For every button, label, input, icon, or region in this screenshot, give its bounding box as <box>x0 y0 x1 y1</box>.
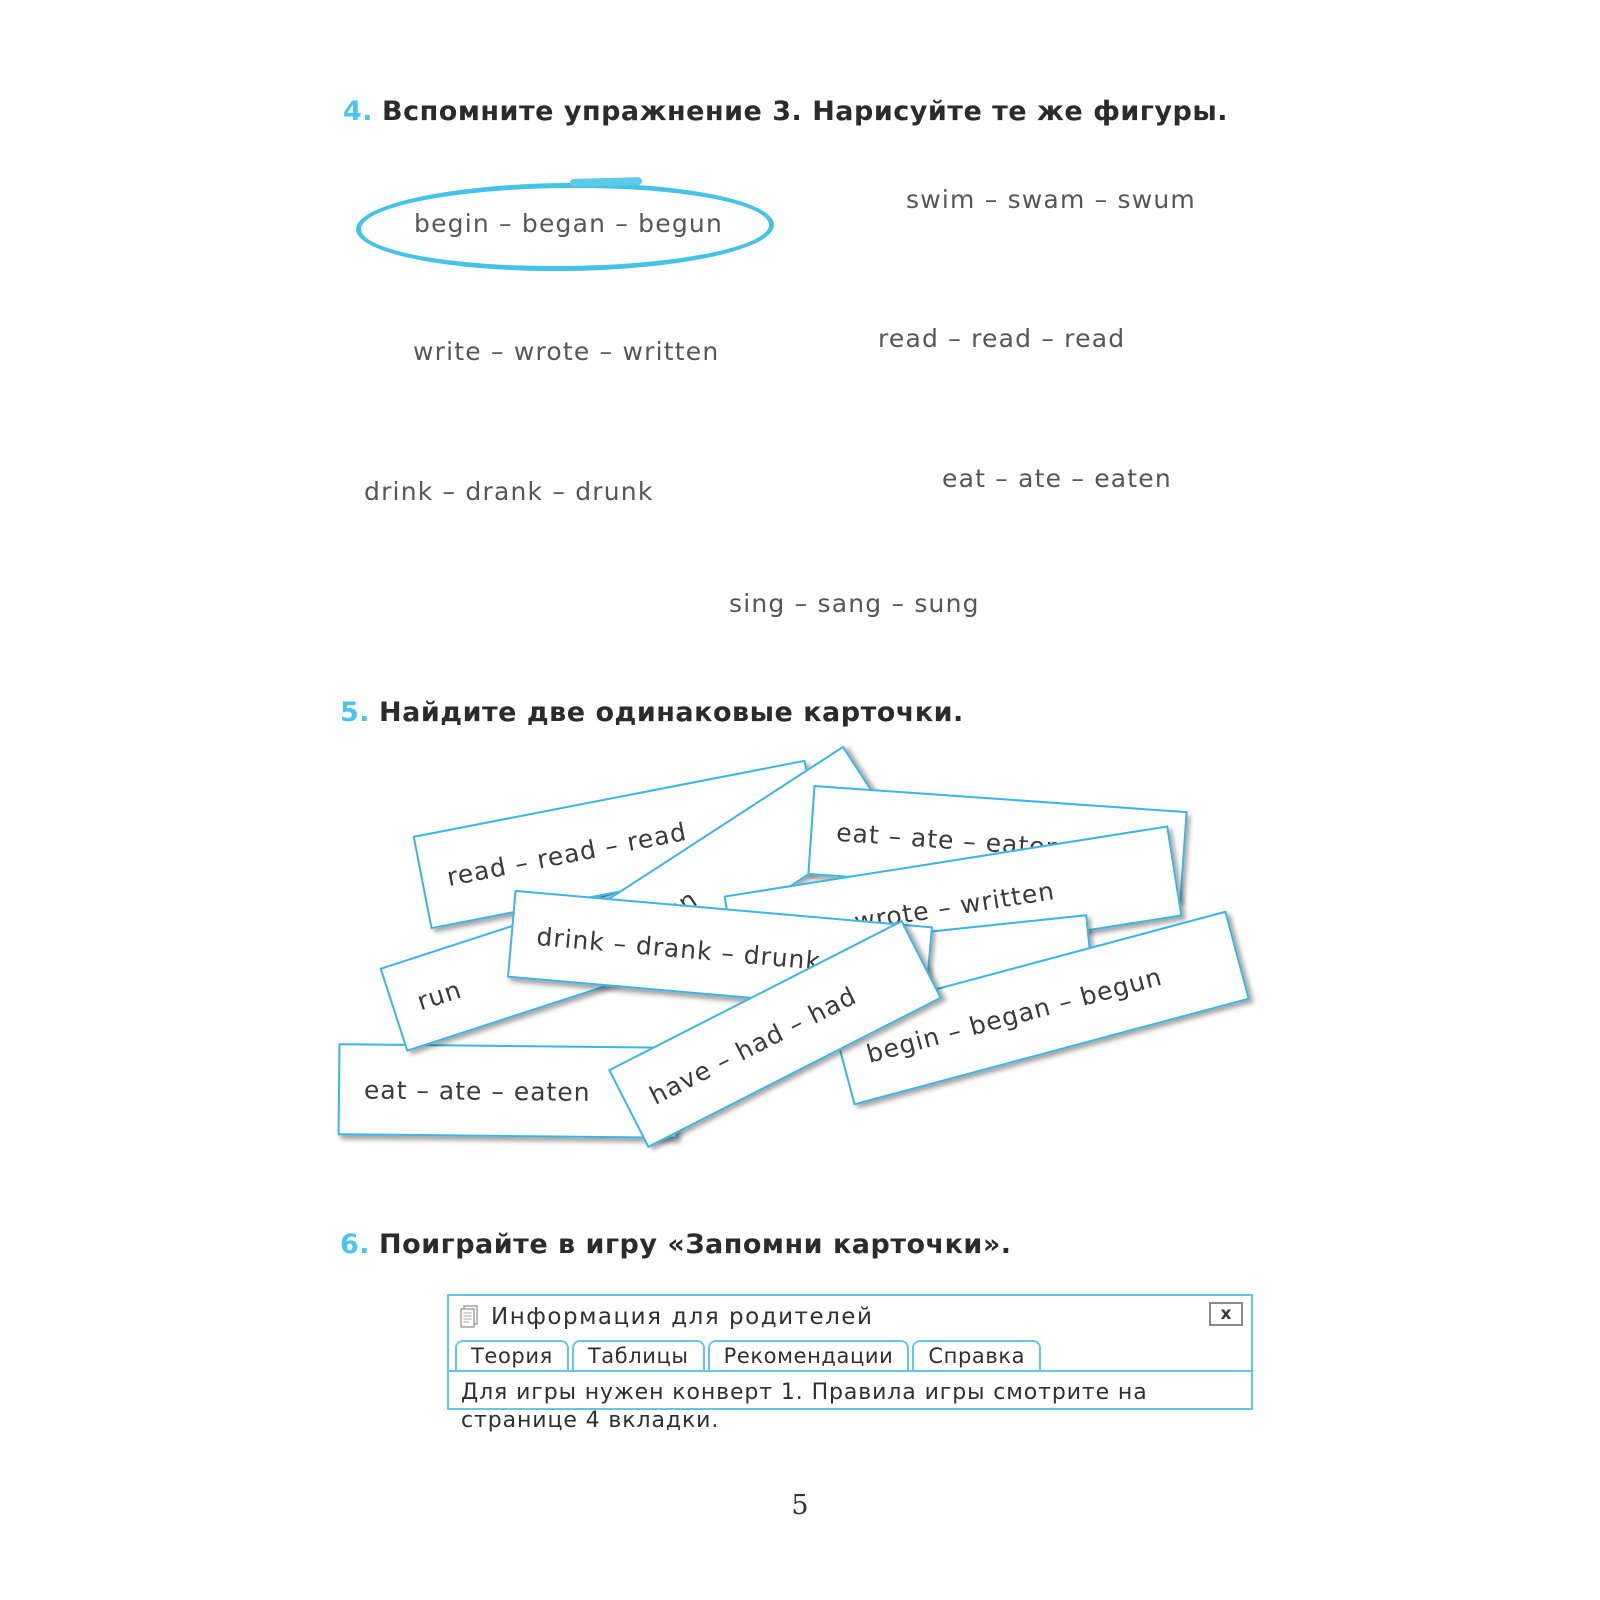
exercise-5-heading: 5. Найдите две одинаковые карточки. <box>340 697 964 728</box>
dialog-titlebar: Информация для родителей x <box>449 1296 1251 1338</box>
exercise-6-number: 6. <box>340 1229 371 1260</box>
verb-form-write: write – wrote – written <box>413 337 720 366</box>
exercise-4-title: Вспомните упражнение 3. Нарисуйте те же … <box>382 96 1229 127</box>
tab-rekomendacii[interactable]: Рекомендации <box>707 1340 910 1370</box>
exercise-4-heading: 4. Вспомните упражнение 3. Нарисуйте те ж… <box>343 96 1228 127</box>
card-label: eat – ate – eaten <box>363 1074 591 1107</box>
card-label: have – had – had <box>644 980 862 1111</box>
workbook-page: 4. Вспомните упражнение 3. Нарисуйте те ж… <box>0 0 1600 1600</box>
exercise-5-title: Найдите две одинаковые карточки. <box>379 697 964 728</box>
dialog-title: Информация для родителей <box>491 1304 874 1330</box>
exercise-5-number: 5. <box>340 697 371 728</box>
dialog-body-text: Для игры нужен конверт 1. Правила игры с… <box>461 1380 1148 1434</box>
exercise-4-number: 4. <box>343 96 374 127</box>
verb-form-sing: sing – sang – sung <box>729 589 980 618</box>
close-label: x <box>1220 1304 1232 1324</box>
tab-label: Таблицы <box>587 1344 689 1368</box>
verb-form-drink: drink – drank – drunk <box>364 477 654 506</box>
parent-info-dialog: Информация для родителей x Теория Таблиц… <box>447 1294 1253 1433</box>
page-number: 5 <box>791 1490 809 1521</box>
exercise-6-heading: 6. Поиграйте в игру «Запомни карточки». <box>340 1229 1012 1260</box>
tab-label: Теория <box>471 1344 553 1368</box>
verb-form-begin: begin – began – begun <box>414 209 723 238</box>
exercise-6-title: Поиграйте в игру «Запомни карточки». <box>379 1229 1012 1260</box>
card-pile: eat – ate – eaten run read – read – read… <box>330 740 1270 1170</box>
verb-form-eat: eat – ate – eaten <box>942 464 1172 493</box>
tab-tablicy[interactable]: Таблицы <box>571 1340 705 1370</box>
document-icon <box>460 1305 478 1328</box>
card-label: run <box>413 974 466 1016</box>
tab-spravka[interactable]: Справка <box>912 1340 1042 1370</box>
tab-teoriya[interactable]: Теория <box>455 1340 569 1370</box>
card-label: drink – drank – drunk <box>535 921 823 976</box>
tab-label: Справка <box>928 1344 1026 1368</box>
verb-form-read: read – read – read <box>878 324 1126 353</box>
dialog-tabs: Теория Таблицы Рекомендации Справка <box>449 1338 1251 1372</box>
verb-form-swim: swim – swam – swum <box>906 185 1196 214</box>
tab-label: Рекомендации <box>723 1344 894 1368</box>
close-icon[interactable]: x <box>1209 1302 1243 1326</box>
